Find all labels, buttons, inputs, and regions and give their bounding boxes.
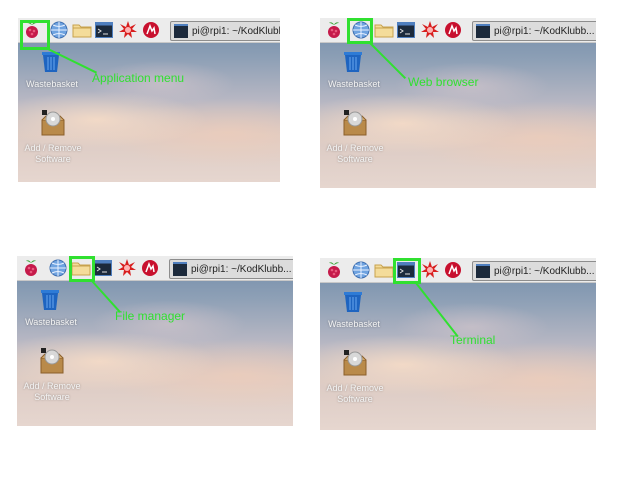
add-remove-software-label: Add / Remove Software <box>24 143 82 164</box>
terminal-window-button[interactable]: pi@rpi1: ~/KodKlubb... <box>472 261 596 281</box>
wastebasket-icon[interactable] <box>343 51 363 73</box>
folder-icon[interactable] <box>72 20 92 40</box>
wolfram-icon[interactable] <box>141 20 161 40</box>
terminal-icon[interactable] <box>93 258 113 278</box>
terminal-window-icon <box>173 262 187 276</box>
callout-label: Web browser <box>408 75 479 89</box>
globe-icon[interactable] <box>351 260 371 280</box>
callout-pointer-line <box>91 280 121 313</box>
add-remove-software-icon[interactable] <box>342 350 368 376</box>
callout-highlight-box <box>393 258 421 284</box>
callout-label: Application menu <box>92 71 185 85</box>
taskbar: pi@rpi1: ~/KodKlubb... <box>17 256 293 281</box>
add-remove-software-icon[interactable] <box>39 348 65 374</box>
burst-icon[interactable] <box>117 258 137 278</box>
callout-highlight-box <box>69 256 95 282</box>
globe-icon[interactable] <box>48 258 68 278</box>
raspberry-menu-icon[interactable] <box>324 260 344 280</box>
raspberry-menu-icon[interactable] <box>21 258 41 278</box>
callout-pointer-line <box>415 282 459 338</box>
terminal-window-icon <box>476 264 490 278</box>
folder-icon[interactable] <box>374 260 394 280</box>
screenshot-panel-file-manager: pi@rpi1: ~/KodKlubb... Wastebasket Add /… <box>17 256 293 426</box>
terminal-icon[interactable] <box>396 20 416 40</box>
terminal-window-icon <box>476 24 490 38</box>
screenshot-panel-application-menu: pi@rpi1: ~/KodKlubb... Wastebasket Add /… <box>18 18 280 182</box>
taskbar: pi@rpi1: ~/KodKlubb... <box>320 258 596 283</box>
burst-icon[interactable] <box>420 20 440 40</box>
wolfram-icon[interactable] <box>443 20 463 40</box>
terminal-window-button[interactable]: pi@rpi1: ~/KodKlubb... <box>170 21 280 41</box>
burst-icon[interactable] <box>420 260 440 280</box>
callout-label: File manager <box>115 309 186 323</box>
wastebasket-label: Wastebasket <box>328 79 380 89</box>
wastebasket-icon[interactable] <box>40 289 60 311</box>
callout-highlight-box <box>347 18 373 44</box>
wastebasket-label: Wastebasket <box>25 317 77 327</box>
callout-pointer-line <box>369 42 407 80</box>
screenshot-panel-web-browser: pi@rpi1: ~/KodKlubb... Wastebasket Add /… <box>320 18 596 188</box>
wastebasket-label: Wastebasket <box>26 79 78 89</box>
terminal-window-icon <box>174 24 188 38</box>
add-remove-software-label: Add / Remove Software <box>326 383 384 404</box>
wastebasket-label: Wastebasket <box>328 319 380 329</box>
terminal-window-button[interactable]: pi@rpi1: ~/KodKlubb... <box>169 259 293 279</box>
terminal-window-title: pi@rpi1: ~/KodKlubb... <box>191 263 292 275</box>
terminal-icon[interactable] <box>94 20 114 40</box>
wolfram-icon[interactable] <box>140 258 160 278</box>
callout-label: Terminal <box>450 333 496 347</box>
screenshot-panel-terminal: pi@rpi1: ~/KodKlubb... Wastebasket Add /… <box>320 258 596 430</box>
add-remove-software-label: Add / Remove Software <box>23 381 81 402</box>
wolfram-icon[interactable] <box>443 260 463 280</box>
burst-icon[interactable] <box>118 20 138 40</box>
terminal-window-title: pi@rpi1: ~/KodKlubb... <box>192 25 280 37</box>
terminal-window-button[interactable]: pi@rpi1: ~/KodKlubb... <box>472 21 596 41</box>
add-remove-software-icon[interactable] <box>342 110 368 136</box>
globe-icon[interactable] <box>49 20 69 40</box>
callout-highlight-box <box>20 20 50 50</box>
terminal-window-title: pi@rpi1: ~/KodKlubb... <box>494 25 595 37</box>
taskbar: pi@rpi1: ~/KodKlubb... <box>18 18 280 43</box>
add-remove-software-label: Add / Remove Software <box>326 143 384 164</box>
terminal-window-title: pi@rpi1: ~/KodKlubb... <box>494 265 595 277</box>
raspberry-menu-icon[interactable] <box>324 20 344 40</box>
add-remove-software-icon[interactable] <box>40 110 66 136</box>
folder-icon[interactable] <box>374 20 394 40</box>
wastebasket-icon[interactable] <box>343 291 363 313</box>
